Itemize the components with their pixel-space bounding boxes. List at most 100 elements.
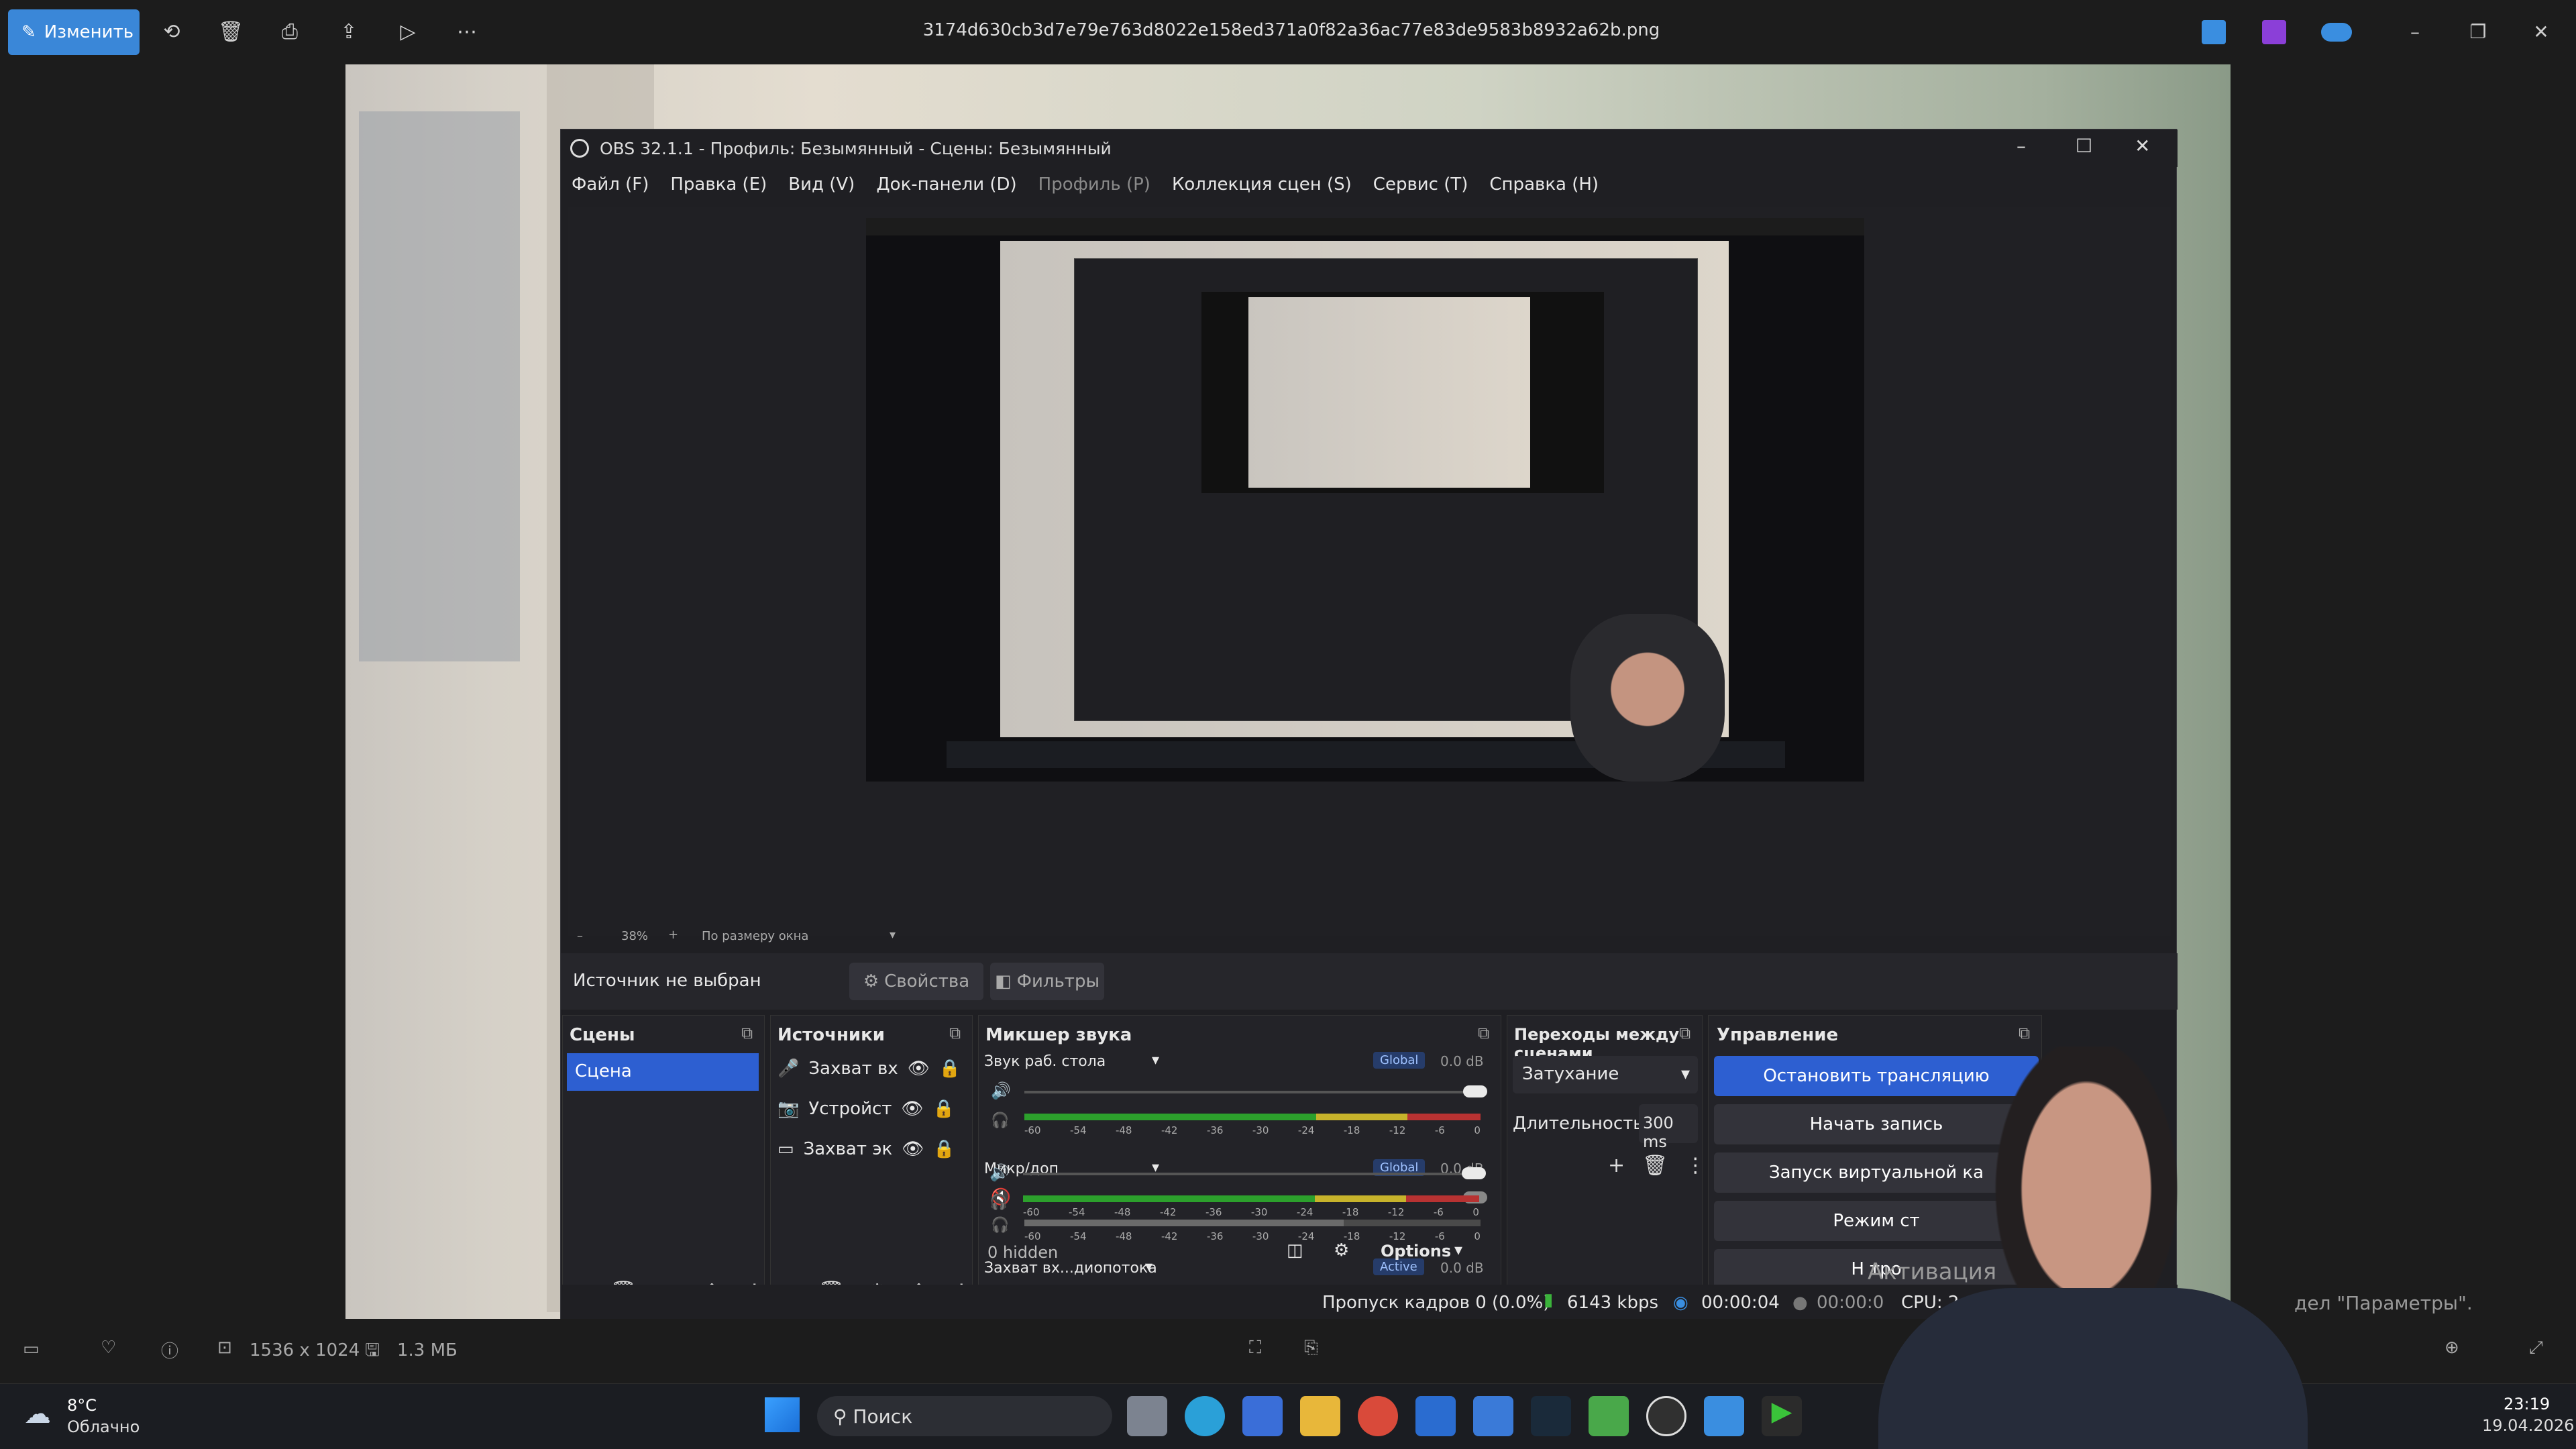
menu-docks[interactable]: Док-панели (D): [876, 174, 1016, 195]
transition-select[interactable]: Затухание ▾: [1513, 1056, 1698, 1093]
designer-icon[interactable]: [2202, 20, 2226, 44]
text-icon[interactable]: ⎘: [1304, 1338, 1318, 1358]
mixer-channel: Звук раб. стола ▾ Global 0.0 dB 🔊 🎧 -60-…: [984, 1049, 1497, 1154]
play-icon[interactable]: ▶: [1762, 1396, 1802, 1436]
eye-icon[interactable]: 👁: [901, 1099, 923, 1119]
obs-titlebar: OBS 32.1.1 - Профиль: Безымянный - Сцены…: [561, 129, 2178, 167]
eye-icon[interactable]: 👁: [902, 1139, 924, 1159]
sources-dock: Источники ⧉ 🎤 Захват вх 👁 🔒 📷 Устройст 👁 🔒 ▭ За…: [770, 1015, 973, 1310]
menu-profile[interactable]: Профиль (P): [1038, 174, 1150, 195]
clipchamp-icon[interactable]: [2262, 20, 2286, 44]
meter-ticks: -60 -54 -48 -42 -36 -30 -24 -18 -12 -6 0: [1024, 1124, 1481, 1136]
obs-maximize-icon[interactable]: ☐: [2076, 135, 2092, 157]
undock-icon[interactable]: ⧉: [741, 1024, 753, 1042]
chevron-down-icon[interactable]: ▾: [890, 928, 896, 942]
chevron-down-icon: ▾: [1454, 1240, 1463, 1259]
task-view-icon[interactable]: [1127, 1396, 1167, 1436]
mixer-channel-3-controls: 🔊 🎧 -60 -54 -48 -42 -36 -30 -24 -18 -12 -6 0: [983, 1163, 1506, 1224]
obs-close-icon[interactable]: ✕: [2135, 135, 2150, 157]
filters-button[interactable]: ◧ Фильтры: [990, 963, 1104, 1000]
search-box[interactable]: ⚲ Поиск: [817, 1396, 1112, 1436]
more-icon[interactable]: ⋯: [453, 19, 480, 46]
steam-icon[interactable]: [1531, 1396, 1571, 1436]
designer-taskbar-icon[interactable]: [1704, 1396, 1744, 1436]
onedrive-icon[interactable]: [2321, 23, 2352, 42]
stream-preview[interactable]: [866, 218, 1864, 782]
undock-icon[interactable]: ⧉: [949, 1024, 961, 1042]
eye-icon[interactable]: 👁: [908, 1059, 930, 1079]
sources-title: Источники: [777, 1025, 885, 1045]
zoom-in-icon[interactable]: +: [668, 928, 678, 942]
clock-time[interactable]: 23:19: [2504, 1395, 2550, 1413]
webcam-overlay: [1865, 993, 2321, 1449]
share-icon[interactable]: ⇪: [335, 19, 362, 46]
speaker-icon[interactable]: 🔊: [991, 1081, 1011, 1100]
menu-tools[interactable]: Сервис (T): [1373, 174, 1468, 195]
heart-icon[interactable]: ♡: [101, 1338, 116, 1358]
photos-icon[interactable]: [1473, 1396, 1513, 1436]
options-button[interactable]: Options: [1381, 1242, 1451, 1260]
obs-minimize-icon[interactable]: –: [2017, 135, 2026, 157]
edit-button[interactable]: ✎ Изменить: [8, 9, 140, 55]
obs-taskbar-icon[interactable]: [1646, 1396, 1686, 1436]
advanced-audio-icon[interactable]: ⚙: [1334, 1240, 1349, 1260]
scene-item[interactable]: Сцена: [567, 1053, 759, 1091]
properties-button[interactable]: ⚙ Свойства: [849, 963, 983, 1000]
maximize-icon[interactable]: ❐: [2458, 16, 2498, 48]
volume-knob[interactable]: [1463, 1085, 1487, 1097]
stream-icon: ◉: [1673, 1293, 1688, 1313]
chevron-down-icon: ▾: [1680, 1064, 1690, 1084]
source-item[interactable]: 📷 Устройст 👁 🔒: [777, 1099, 965, 1119]
monitor-icon: ▭: [777, 1139, 794, 1159]
app-icon[interactable]: [1589, 1396, 1629, 1436]
chrome-icon[interactable]: [1358, 1396, 1398, 1436]
menu-view[interactable]: Вид (V): [788, 174, 855, 195]
lock-icon[interactable]: 🔒: [933, 1139, 955, 1159]
source-item[interactable]: ▭ Захват эк 👁 🔒: [777, 1139, 965, 1159]
mic-icon: 🎤: [777, 1059, 800, 1079]
menu-edit[interactable]: Правка (E): [670, 174, 767, 195]
undock-icon[interactable]: ⧉: [1679, 1024, 1690, 1042]
zoom-in-icon[interactable]: ⊕: [2445, 1338, 2459, 1358]
crop-icon[interactable]: ⛶: [1249, 1338, 1261, 1358]
transitions-toolbar: + 🗑 ⋮: [1608, 1154, 1705, 1177]
close-icon[interactable]: ✕: [2521, 16, 2561, 48]
menu-help[interactable]: Справка (H): [1489, 174, 1599, 195]
store-icon[interactable]: [1242, 1396, 1283, 1436]
outlook-icon[interactable]: [1415, 1396, 1456, 1436]
fullscreen-icon[interactable]: ⤢: [2529, 1338, 2543, 1358]
slideshow-icon[interactable]: ▷: [394, 19, 421, 46]
stream-time: 00:00:04: [1701, 1293, 1780, 1313]
info-icon[interactable]: ⓘ: [161, 1338, 178, 1362]
start-icon[interactable]: [765, 1397, 800, 1432]
audio-meter: [1023, 1195, 1479, 1202]
undock-icon[interactable]: ⧉: [1478, 1024, 1489, 1042]
edge-icon[interactable]: [1185, 1396, 1225, 1436]
filmstrip-icon[interactable]: ▭: [23, 1339, 40, 1359]
minimize-icon[interactable]: –: [2395, 16, 2435, 48]
lock-icon[interactable]: 🔒: [939, 1059, 961, 1079]
more-icon[interactable]: ⋮: [1685, 1154, 1705, 1177]
add-icon[interactable]: +: [1608, 1154, 1625, 1177]
source-item[interactable]: 🎤 Захват вх 👁 🔒: [777, 1059, 965, 1079]
layout-icon[interactable]: ◫: [1287, 1240, 1303, 1260]
volume-slider[interactable]: [1024, 1091, 1481, 1093]
rotate-icon[interactable]: ⟲: [158, 19, 185, 46]
volume-slider[interactable]: [1023, 1173, 1479, 1175]
menu-file[interactable]: Файл (F): [572, 174, 649, 195]
fit-mode-select[interactable]: По размеру окна: [702, 929, 808, 943]
delete-icon[interactable]: 🗑: [217, 19, 244, 46]
delete-icon[interactable]: 🗑: [1642, 1154, 1668, 1177]
headphone-icon[interactable]: 🎧: [991, 1112, 1009, 1129]
volume-knob[interactable]: [1462, 1167, 1486, 1179]
speaker-icon[interactable]: 🔊: [989, 1163, 1010, 1182]
menu-scene-collection[interactable]: Коллекция сцен (S): [1172, 174, 1352, 195]
headphone-icon[interactable]: 🎧: [989, 1194, 1008, 1211]
chevron-down-icon[interactable]: ▾: [1152, 1052, 1159, 1069]
lock-icon[interactable]: 🔒: [932, 1099, 954, 1119]
print-icon[interactable]: ⎙: [276, 19, 303, 46]
explorer-icon[interactable]: [1300, 1396, 1340, 1436]
zoom-out-icon[interactable]: –: [577, 929, 583, 943]
duration-input[interactable]: 300 ms: [1639, 1104, 1698, 1151]
clock-date[interactable]: 19.04.2026: [2482, 1416, 2574, 1435]
